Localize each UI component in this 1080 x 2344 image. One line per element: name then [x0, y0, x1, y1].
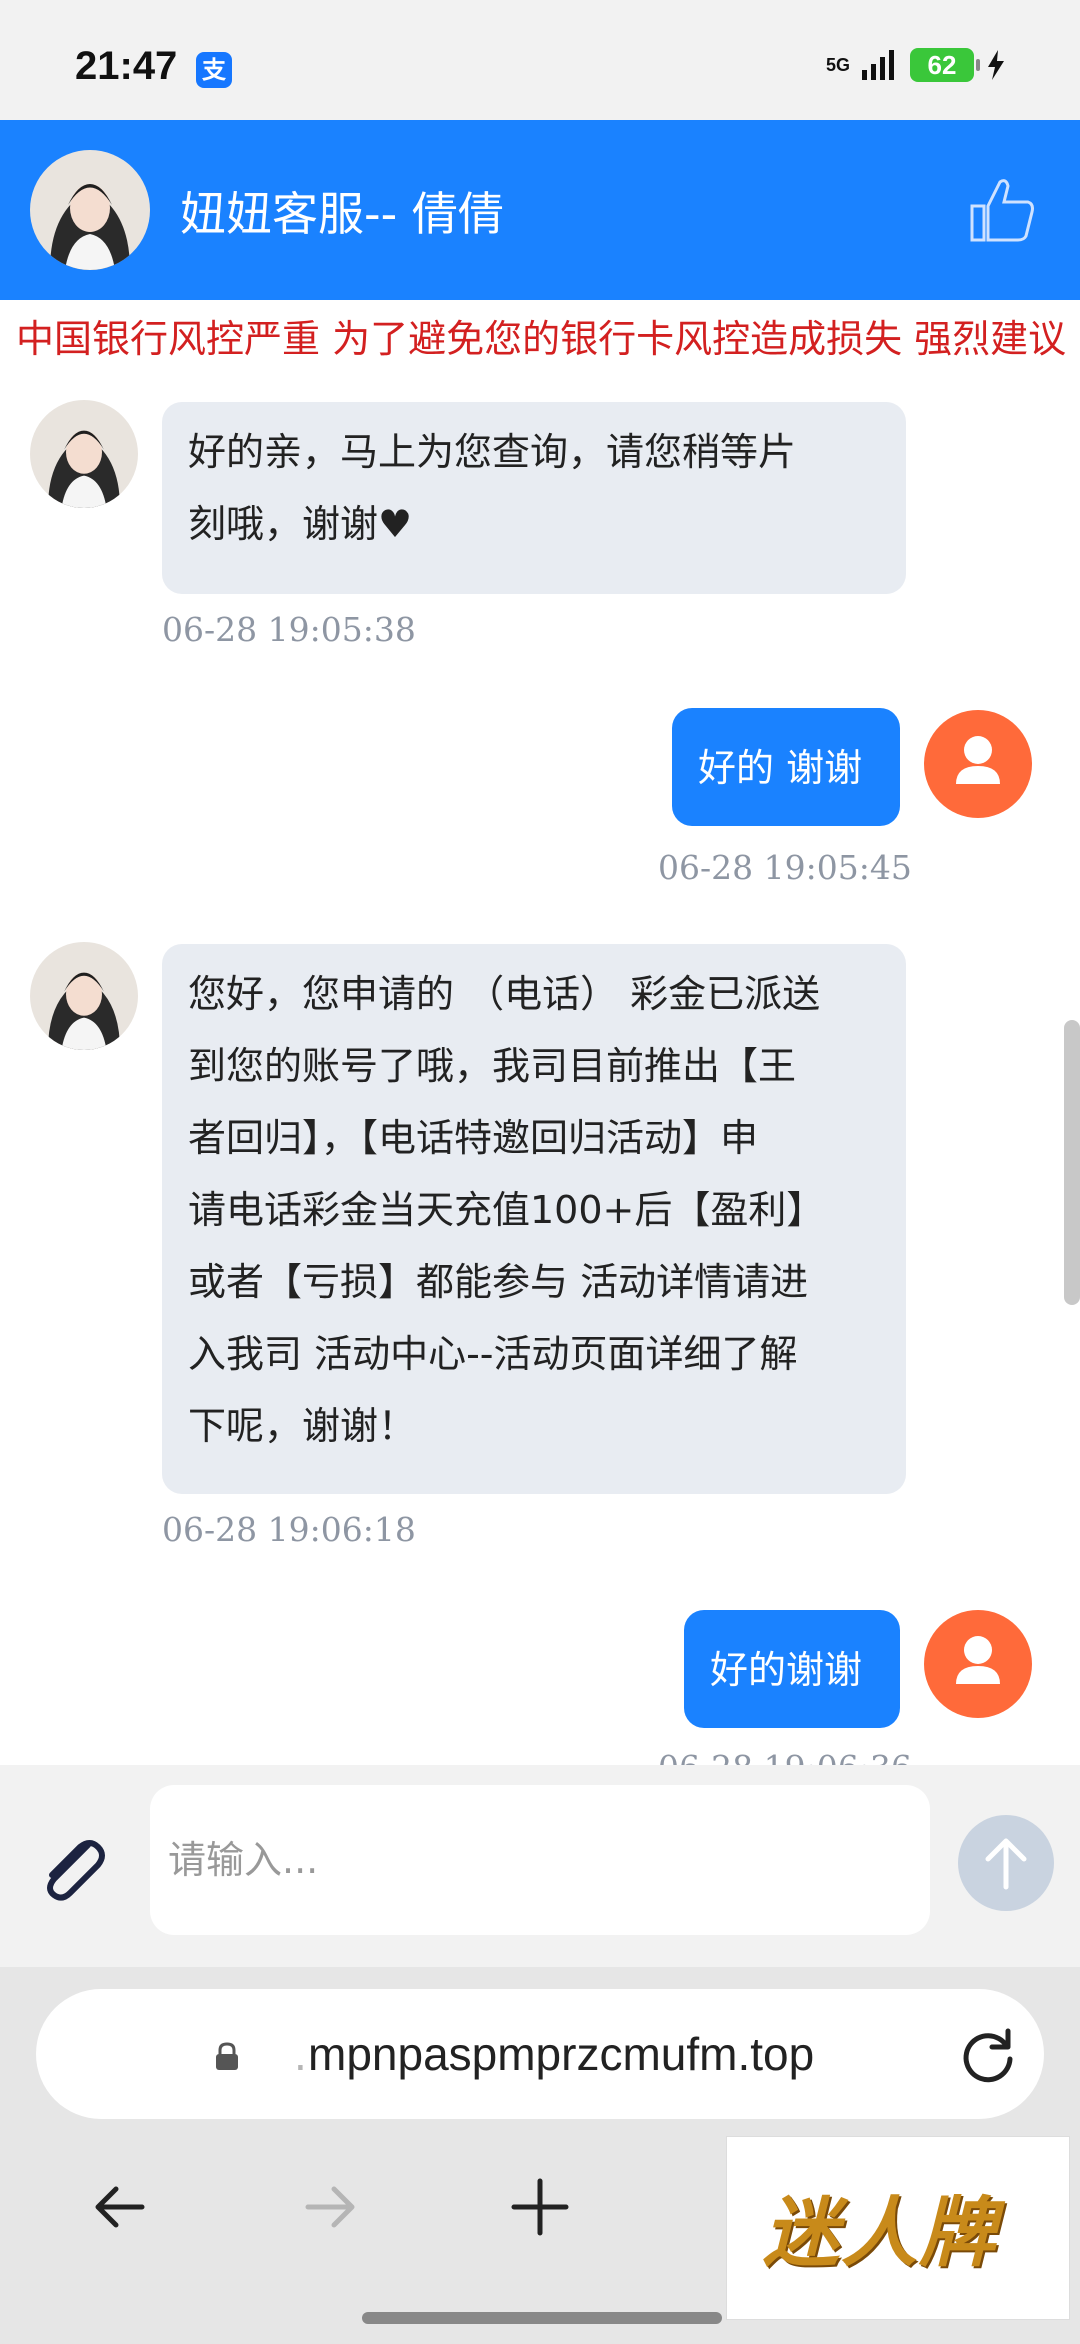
user-avatar[interactable] — [924, 1610, 1032, 1718]
message-line: 到您的账号了哦，我司目前推出【王 — [188, 1044, 797, 1088]
back-arrow-icon[interactable] — [80, 2167, 160, 2247]
notice-text: 中国银行风控严重 为了避免您的银行卡风控造成损失 强烈建议 — [16, 317, 1067, 361]
status-indicators: 5G 62 — [826, 48, 1008, 82]
status-bar: 21:47 支 5G 62 — [0, 0, 1080, 120]
status-time: 21:47 — [75, 44, 178, 88]
paperclip-icon[interactable] — [32, 1827, 114, 1909]
new-tab-plus-icon[interactable] — [500, 2167, 580, 2247]
battery-icon: 62 — [910, 48, 980, 82]
message-bubble-service: 好的亲，马上为您查询，请您稍等片 刻哦，谢谢♥ — [162, 402, 906, 594]
message-timestamp: 06-28 19:06:18 — [162, 1510, 416, 1549]
avatar-image-icon — [30, 942, 138, 1050]
message-line: 好的亲，马上为您查询，请您稍等片 — [188, 430, 797, 474]
home-indicator[interactable] — [362, 2312, 722, 2324]
message-line: 下呢，谢谢！ — [188, 1404, 417, 1448]
send-button[interactable] — [958, 1815, 1054, 1911]
signal-icon — [862, 50, 894, 80]
avatar-image-icon — [30, 150, 150, 270]
address-bar[interactable]: . mpnpaspmprzcmufm.top — [36, 1989, 1044, 2119]
service-avatar[interactable] — [30, 942, 138, 1050]
charging-icon — [988, 50, 1004, 80]
message-list[interactable]: 好的亲，马上为您查询，请您稍等片 刻哦，谢谢♥ 06-28 19:05:38 好… — [0, 370, 1080, 1765]
forward-arrow-icon[interactable] — [290, 2167, 370, 2247]
message-timestamp: 06-28 19:05:38 — [162, 610, 416, 649]
message-line: 或者【亏损】都能参与 活动详情请进 — [188, 1260, 809, 1304]
browser-toolbar: . mpnpaspmprzcmufm.top 迷人牌 — [0, 1967, 1080, 2344]
url-prefix: . — [294, 2028, 307, 2080]
user-avatar[interactable] — [924, 710, 1032, 818]
message-line: 者回归】，【电话特邀回归活动】申 — [188, 1116, 759, 1160]
lock-icon — [216, 2042, 238, 2070]
user-icon — [956, 1636, 1000, 1684]
message-bubble-user: 好的谢谢 — [684, 1610, 900, 1728]
avatar-image-icon — [30, 400, 138, 508]
url-text: mpnpaspmprzcmufm.top — [308, 2028, 815, 2080]
watermark-logo: 迷人牌 — [726, 2136, 1070, 2320]
message-line: 入我司 活动中心--活动页面详细了解 — [188, 1332, 798, 1376]
thumbs-up-icon[interactable] — [964, 172, 1040, 248]
message-input[interactable] — [150, 1785, 930, 1935]
watermark-text: 迷人牌 — [763, 2188, 997, 2277]
user-icon — [956, 736, 1000, 784]
reload-icon[interactable] — [956, 2023, 1020, 2087]
message-timestamp: 06-28 19:05:45 — [658, 848, 912, 887]
message-line: 请电话彩金当天充值100+后【盈利】 — [188, 1188, 825, 1232]
message-bubble-service: 您好，您申请的 （电话） 彩金已派送 到您的账号了哦，我司目前推出【王 者回归】… — [162, 944, 906, 1494]
network-label: 5G — [825, 54, 850, 75]
chat-header: 妞妞客服-- 倩倩 — [0, 120, 1080, 300]
message-timestamp: 06-28 19:06:36 — [658, 1748, 912, 1765]
service-avatar[interactable] — [30, 400, 138, 508]
message-line: 您好，您申请的 （电话） 彩金已派送 — [188, 972, 821, 1016]
scrollbar-thumb[interactable] — [1064, 1020, 1080, 1305]
message-input-bar — [0, 1765, 1080, 1967]
notice-marquee: 中国银行风控严重 为了避免您的银行卡风控造成损失 强烈建议 — [0, 300, 1080, 370]
message-bubble-user: 好的 谢谢 — [672, 708, 900, 826]
message-line: 刻哦，谢谢♥ — [188, 502, 413, 546]
arrow-up-icon — [985, 1838, 1027, 1890]
service-avatar[interactable] — [30, 150, 150, 270]
alipay-icon: 支 — [196, 52, 232, 88]
chat-title: 妞妞客服-- 倩倩 — [180, 187, 504, 241]
